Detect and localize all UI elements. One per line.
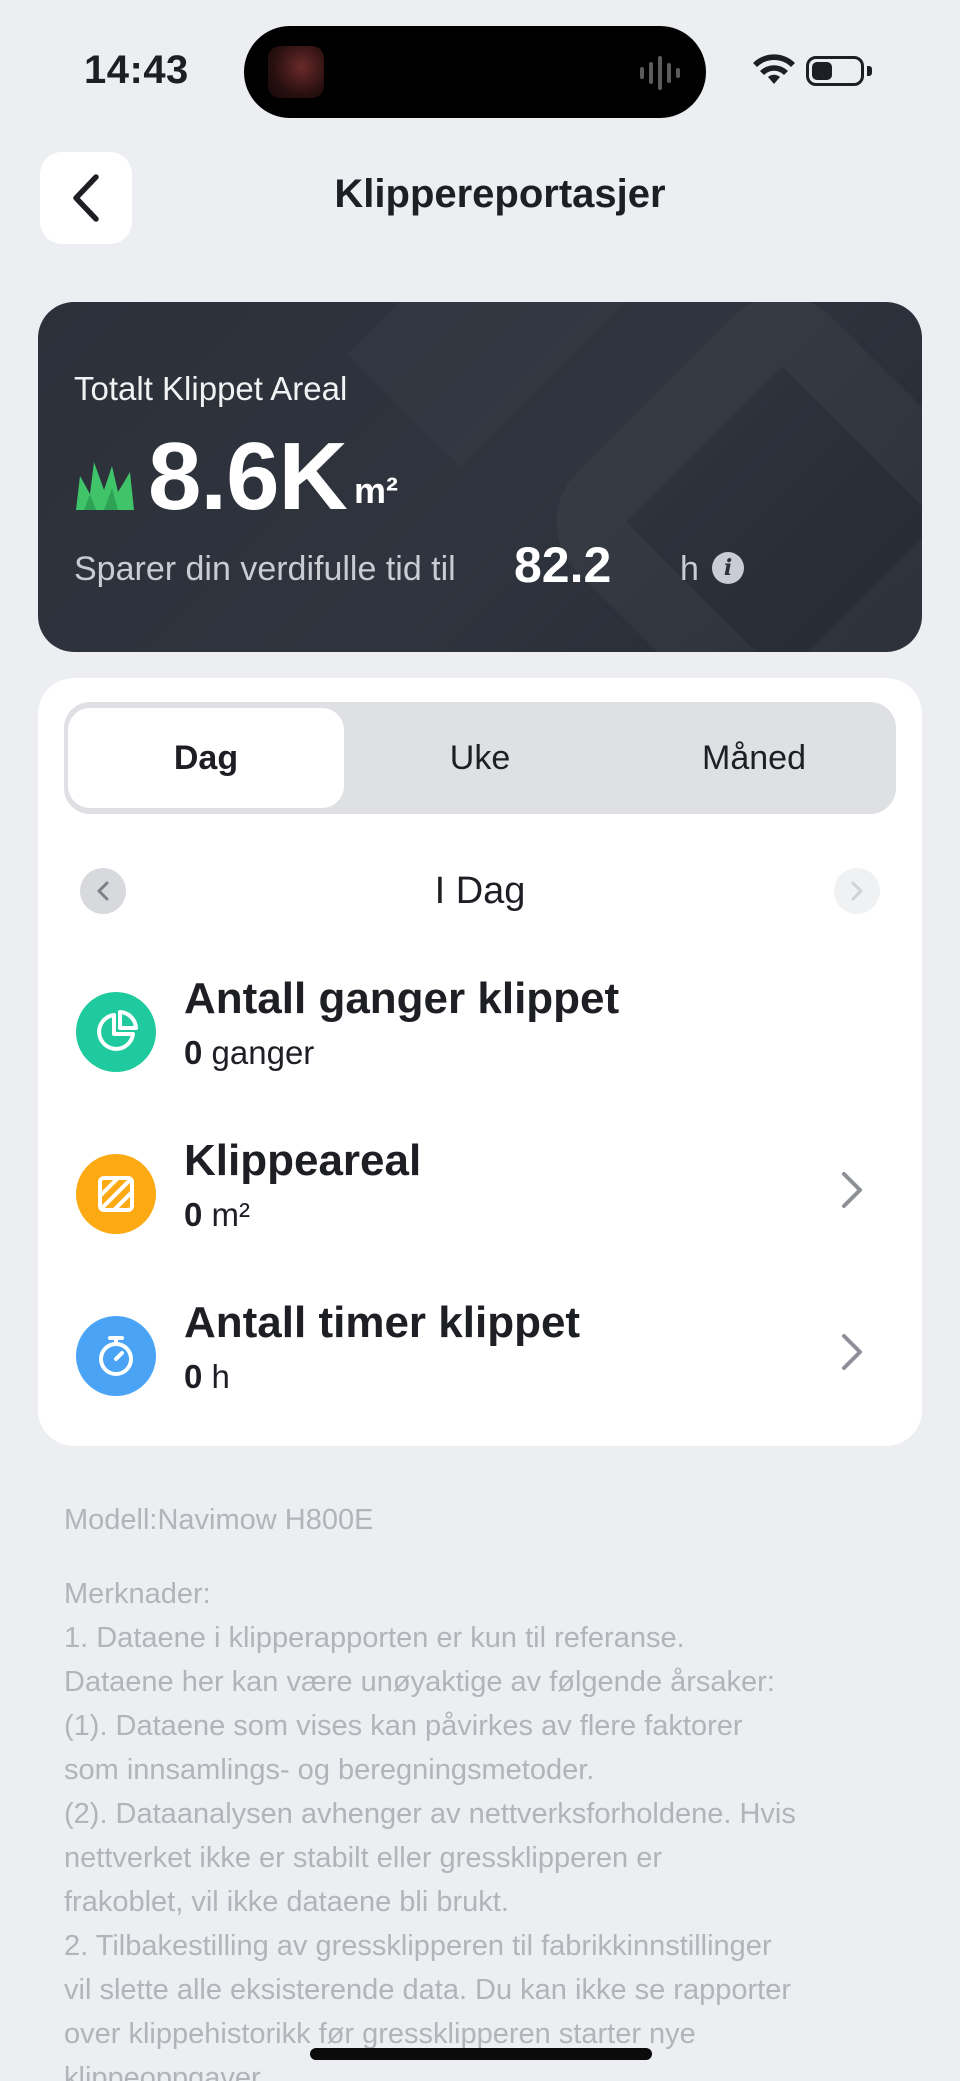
stat-title: Antall timer klippet [184,1298,581,1347]
stat-title: Klippeareal [184,1136,422,1185]
total-area-label: Totalt Klippet Areal [74,370,348,407]
status-time: 14:43 [84,48,189,92]
tab-day[interactable]: Dag [68,708,344,808]
note-line: (2). Dataanalysen avhenger av nettverksf… [64,1798,796,1830]
chevron-right-icon [851,881,863,901]
chevron-left-icon [97,881,109,901]
note-line: 1. Dataene i klipperapporten er kun til … [64,1622,685,1654]
app-screen: 14:43 Klippereportasjer Totalt Klippet A… [0,0,960,2081]
stat-value: 0 h [184,1358,230,1395]
time-saved-value: 82.2 [514,537,612,593]
mowing-count-row: Antall ganger klippet 0 ganger [38,974,922,1094]
note-line: 2. Tilbakestilling av gressklipperen til… [64,1930,772,1962]
total-area-value: 8.6K [148,423,348,530]
now-playing-thumbnail [268,46,324,98]
area-icon [76,1154,156,1234]
time-saved-label: Sparer din verdifulle tid til [74,550,456,588]
stat-value: 0 ganger [184,1034,315,1071]
tab-month[interactable]: Måned [616,708,892,808]
previous-period-button[interactable] [80,868,126,914]
time-saved-unit: h [680,550,699,588]
grass-icon [76,462,134,510]
stats-card: Dag Uke Måned I Dag Antall ganger klippe… [38,678,922,1446]
note-line: som innsamlings- og beregningsmetoder. [64,1754,595,1786]
model-name: Modell:Navimow H800E [64,1504,374,1536]
dynamic-island[interactable] [244,26,706,118]
chevron-right-icon [842,1172,862,1208]
total-area-unit: m² [354,470,398,511]
stat-value: 0 m² [184,1196,251,1233]
wifi-icon [753,54,795,84]
timer-icon [76,1316,156,1396]
mowing-hours-row[interactable]: Antall timer klippet 0 h [38,1298,922,1418]
period-label: I Dag [434,870,526,912]
audio-wave-icon [640,56,680,90]
pie-chart-icon [76,992,156,1072]
note-line: frakoblet, vil ikke dataene bli brukt. [64,1886,509,1918]
note-line: vil slette alle eksisterende data. Du ka… [64,1974,791,2006]
note-line: (1). Dataene som vises kan påvirkes av f… [64,1710,743,1742]
chevron-right-icon [842,1334,862,1370]
tab-week[interactable]: Uke [342,708,618,808]
notes-section: Merknader: 1. Dataene i klipperapporten … [64,1572,904,2081]
stat-title: Antall ganger klippet [184,974,620,1023]
total-area-card: Totalt Klippet Areal 8.6K m² Sparer din … [38,302,922,652]
next-period-button[interactable] [834,868,880,914]
note-line: nettverket ikke er stabilt eller gresskl… [64,1842,662,1874]
battery-icon [806,56,872,86]
note-line: Merknader: [64,1578,211,1610]
info-icon[interactable]: i [712,552,744,584]
period-tabs: Dag Uke Måned [64,702,896,814]
mowing-area-row[interactable]: Klippeareal 0 m² [38,1136,922,1256]
page-title: Klippereportasjer [334,172,666,216]
note-line: Dataene her kan være unøyaktige av følge… [64,1666,775,1698]
home-indicator[interactable] [310,2048,652,2060]
